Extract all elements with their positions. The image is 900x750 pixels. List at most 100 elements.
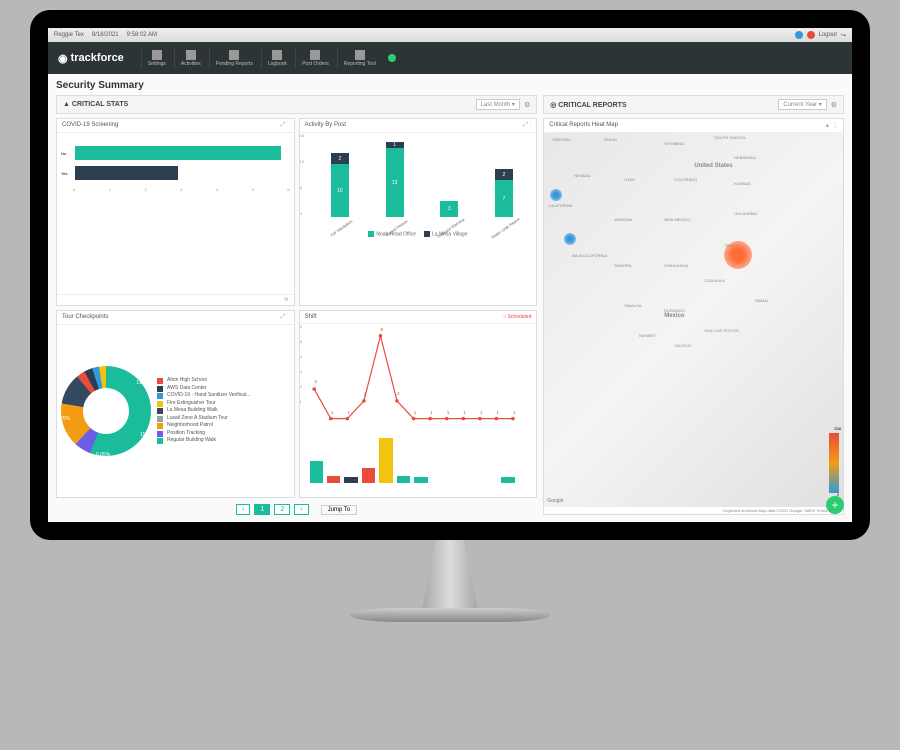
logout-icon[interactable]: ↪ — [841, 32, 846, 39]
card-heatmap: Critical Reports Heat Map ▲ ⋮ OREGON IDAH… — [543, 118, 844, 515]
prev-page-button[interactable]: ‹ — [236, 504, 250, 515]
status-indicator — [388, 54, 396, 62]
logout-link[interactable]: Logout — [819, 32, 837, 38]
target-icon: ◎ — [550, 102, 556, 109]
covid-chart: No Yes 0123456 — [57, 133, 294, 294]
nav-reporting-tool[interactable]: Reporting Tool — [337, 48, 382, 69]
shield-icon: ◉ — [58, 52, 68, 65]
page-2-button[interactable]: 2 — [274, 504, 290, 515]
expand-icon[interactable]: ▲ ⋮ — [824, 122, 838, 129]
svg-text:1: 1 — [446, 410, 449, 416]
nav-label: Reporting Tool — [344, 61, 376, 67]
shift-chart: 654321 3622111111111 — [300, 324, 537, 497]
gear-icon[interactable]: ⚙ — [524, 101, 530, 109]
map-attribution: Keyboard shortcuts Map data ©2021 Google… — [544, 507, 843, 514]
slice-label: 15.89% — [140, 432, 157, 438]
card-shift: Shift○ Scheduled 654321 3622111111111 — [299, 310, 538, 498]
report-icon — [229, 50, 239, 60]
expand-icon[interactable]: ⤢ ⋮ — [281, 122, 289, 129]
nav-label: Pending Reports — [216, 61, 253, 67]
screen: Reggie Tex 8/18/2021 9:58:02 AM Logout ↪… — [48, 28, 852, 522]
gear-icon — [152, 50, 162, 60]
slice-label: 6.05% — [96, 452, 110, 458]
panel-title: CRITICAL STATS — [72, 101, 128, 108]
gear-icon[interactable]: ⚙ — [831, 101, 837, 109]
globe-icon[interactable] — [795, 31, 803, 39]
slice-label: 11.15% — [136, 380, 153, 386]
nav-post-orders[interactable]: Post Orders — [295, 48, 335, 69]
date-range-dropdown[interactable]: Current Year ▾ — [778, 99, 826, 110]
svg-text:1: 1 — [479, 410, 482, 416]
close-app-icon[interactable] — [807, 31, 815, 39]
svg-text:1: 1 — [330, 410, 333, 416]
card-title: COVID-19 Screening — [62, 122, 118, 129]
card-title: Shift — [305, 314, 317, 320]
page-title: Security Summary — [56, 80, 844, 91]
date-range-dropdown[interactable]: Last Month ▾ — [476, 99, 520, 110]
brand-logo[interactable]: ◉ trackforce — [58, 52, 124, 65]
heatmap-body[interactable]: OREGON IDAHO WYOMING SOUTH DAKOTA NEVADA… — [544, 133, 843, 507]
svg-text:2: 2 — [363, 391, 366, 397]
heat-point — [724, 241, 752, 269]
monitor-stand — [380, 540, 520, 650]
nav-label: Settings — [148, 61, 166, 67]
panel-header-reports: ◎ CRITICAL REPORTS Current Year ▾ ⚙ — [543, 95, 844, 114]
card-title: Tour Checkpoints — [62, 314, 108, 321]
bar-no — [75, 146, 281, 160]
date: 8/18/2021 — [92, 32, 119, 38]
next-page-button[interactable]: › — [294, 504, 308, 515]
chart-icon — [355, 50, 365, 60]
nav-activities[interactable]: Activities — [174, 48, 207, 69]
panel-title: CRITICAL REPORTS — [558, 102, 626, 109]
main-nav: ◉ trackforce Settings Activities Pending… — [48, 42, 852, 74]
card-title: Critical Reports Heat Map — [549, 122, 618, 129]
card-tour-checkpoints: Tour Checkpoints ⤢ ⋮ 55.75% 6.05% 15.89% … — [56, 310, 295, 498]
svg-text:2: 2 — [397, 391, 400, 397]
card-covid-screening: COVID-19 Screening ⤢ ⋮ No Yes 0123456 ⟳ — [56, 118, 295, 306]
svg-text:1: 1 — [430, 410, 433, 416]
book-icon — [272, 50, 282, 60]
expand-icon[interactable]: ⤢ ⋮ — [523, 122, 531, 129]
bar-label: No — [61, 151, 71, 156]
scale-max: 538 — [834, 426, 841, 431]
svg-text:1: 1 — [463, 410, 466, 416]
clipboard-icon — [310, 50, 320, 60]
card-activity-by-post: Activity By Post⤢ ⋮ 151050 102Car Vandal… — [299, 118, 538, 306]
card-footer: ⟳ — [57, 294, 294, 305]
card-title: Activity By Post — [305, 122, 346, 129]
pagination: ‹ 1 2 › Jump To — [56, 504, 537, 515]
nav-pending-reports[interactable]: Pending Reports — [209, 48, 259, 69]
monitor-frame: Reggie Tex 8/18/2021 9:58:02 AM Logout ↪… — [30, 10, 870, 540]
page-1-button[interactable]: 1 — [254, 504, 270, 515]
bar-yes — [75, 166, 178, 180]
heat-point — [550, 189, 562, 201]
nav-label: Post Orders — [302, 61, 329, 67]
scheduled-line: 3622111111111 — [300, 324, 537, 442]
map-provider: Google — [547, 498, 563, 504]
heat-point — [564, 233, 576, 245]
tour-legend: Alton High School AWS Data Center COVID-… — [157, 377, 251, 445]
content-area: Security Summary ▲ CRITICAL STATS Last M… — [48, 74, 852, 522]
heat-scale — [829, 433, 839, 493]
svg-text:3: 3 — [314, 379, 317, 385]
svg-text:1: 1 — [513, 410, 516, 416]
slice-label: 55.75% — [56, 416, 70, 422]
time: 9:58:02 AM — [127, 32, 157, 38]
warning-icon: ▲ — [63, 101, 70, 108]
nav-label: Logbook — [268, 61, 287, 67]
nav-label: Activities — [181, 61, 201, 67]
svg-text:6: 6 — [380, 327, 383, 333]
tour-chart: 55.75% 6.05% 15.89% 11.15% Alton High Sc… — [57, 325, 294, 497]
critical-stats-panel: ▲ CRITICAL STATS Last Month ▾ ⚙ COVID-19… — [56, 95, 537, 515]
brand-text: trackforce — [71, 52, 124, 64]
jump-to-button[interactable]: Jump To — [321, 505, 358, 515]
svg-text:1: 1 — [347, 410, 350, 416]
panel-header-stats: ▲ CRITICAL STATS Last Month ▾ ⚙ — [56, 95, 537, 114]
user-name: Reggie Tex — [54, 32, 84, 38]
expand-icon[interactable]: ⤢ ⋮ — [281, 314, 289, 321]
bar-label: Yes — [61, 171, 71, 176]
nav-settings[interactable]: Settings — [141, 48, 172, 69]
svg-text:1: 1 — [496, 410, 499, 416]
nav-logbook[interactable]: Logbook — [261, 48, 293, 69]
add-fab-button[interactable]: + — [826, 496, 844, 514]
